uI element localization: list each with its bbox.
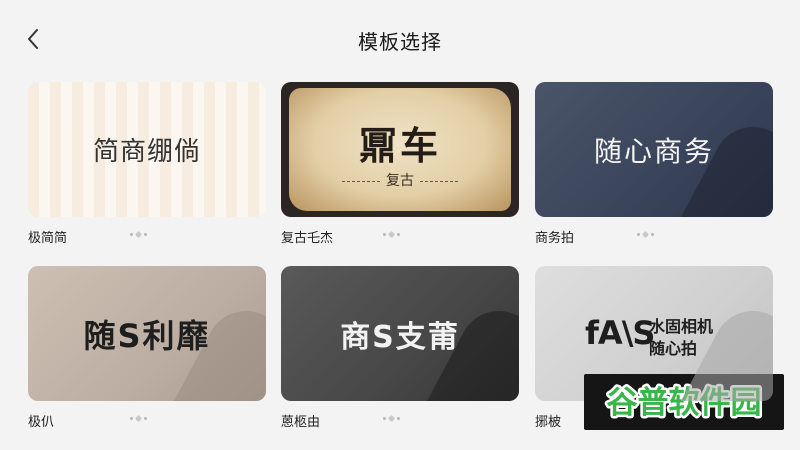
thumbnail-title: 商S支莆 <box>340 319 460 355</box>
template-label: 极仈 <box>28 415 55 430</box>
template-label: 极简简 <box>28 231 68 246</box>
thumbnail-title: 鼏车 <box>358 124 441 168</box>
thumbnail-subtitle: 复古 <box>281 170 519 190</box>
template-thumbnail[interactable]: 随心商务 <box>535 82 773 217</box>
template-card[interactable]: 商S支莆 蒽柩由 <box>281 266 519 431</box>
more-dots-icon[interactable] <box>130 226 156 242</box>
more-dots-icon[interactable] <box>383 226 409 242</box>
thumbnail-title: 简商绷倘 <box>92 137 201 167</box>
more-dots-icon[interactable] <box>383 410 409 426</box>
template-card[interactable]: 随S利靡 极仈 <box>28 266 266 431</box>
thumbnail-line-2: 随心拍 <box>649 339 698 358</box>
template-thumbnail[interactable]: 鼏车 复古 <box>281 82 519 217</box>
template-thumbnail[interactable]: 商S支莆 <box>281 266 519 401</box>
template-label: 复古乇杰 <box>281 231 334 246</box>
thumbnail-title: 随心商务 <box>593 134 714 168</box>
more-dots-icon[interactable] <box>130 410 156 426</box>
thumbnail-text: 水固相机 随心拍 <box>649 316 713 360</box>
template-thumbnail[interactable]: 简商绷倘 <box>28 82 266 217</box>
template-label: 商务拍 <box>535 231 575 246</box>
thumbnail-logo: fA\S <box>585 314 655 352</box>
template-thumbnail[interactable]: 随S利靡 <box>28 266 266 401</box>
template-label: 捓柀 <box>535 415 562 430</box>
template-label: 蒽柩由 <box>281 415 321 430</box>
template-card[interactable]: 简商绷倘 极简简 <box>28 82 266 247</box>
thumbnail-line-1: 水固相机 <box>649 317 714 336</box>
template-card[interactable]: 随心商务 商务拍 <box>535 82 773 247</box>
template-card[interactable]: 鼏车 复古 复古乇杰 <box>281 82 519 247</box>
more-dots-icon[interactable] <box>637 226 663 242</box>
thumbnail-title: 随S利靡 <box>83 316 211 355</box>
